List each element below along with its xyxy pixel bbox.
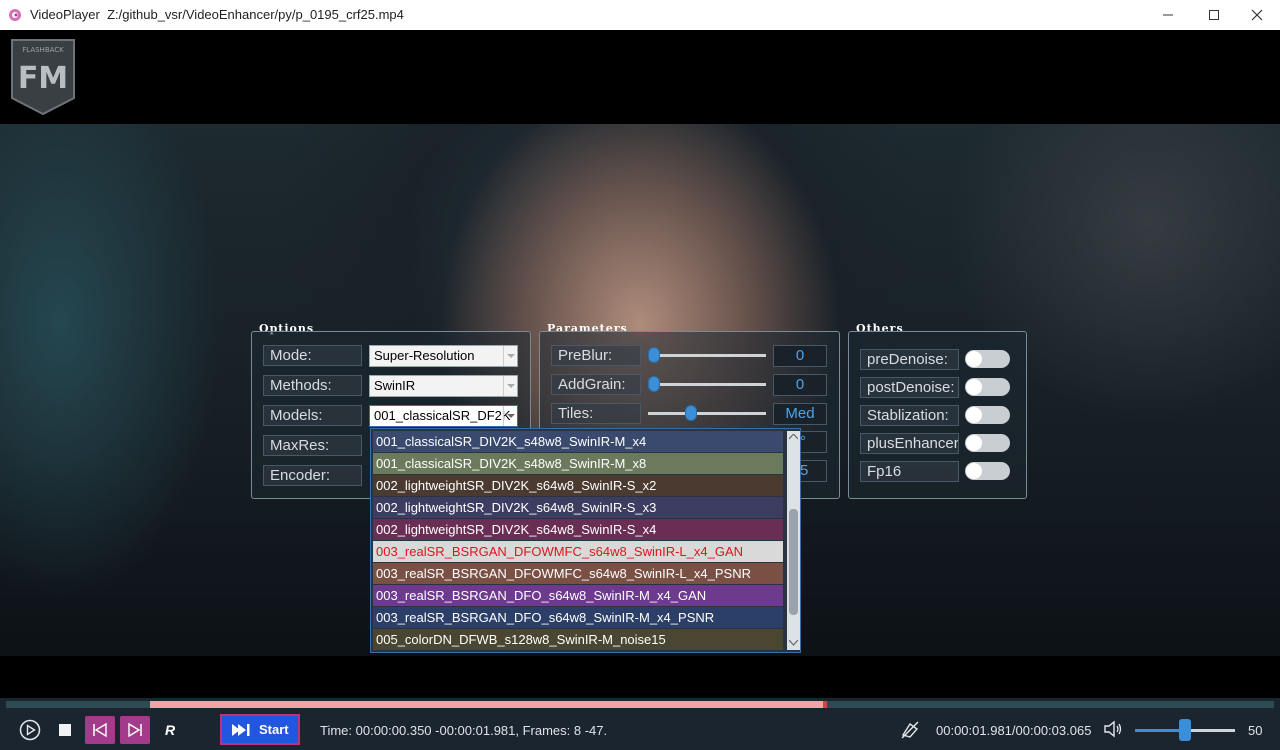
playback-control-bar: R Start Time: 00:00:00.350 -00:00:01.981… [0,698,1280,750]
model-option[interactable]: 003_realSR_BSRGAN_DFOWMFC_s64w8_SwinIR-L… [373,563,783,584]
toggle-knob [966,407,982,423]
model-option[interactable]: 002_lightweightSR_DIV2K_s64w8_SwinIR-S_x… [373,475,783,496]
toggle-knob [966,463,982,479]
toggle-knob [966,351,982,367]
volume-slider-fill [1135,729,1183,732]
models-value: 001_classicalSR_DF2K [374,408,511,423]
models-label: Models: [263,405,362,426]
stop-button[interactable] [59,724,71,736]
encoder-label: Encoder: [263,465,362,486]
start-label: Start [259,722,289,737]
addgrain-slider-handle[interactable] [648,376,660,392]
minimize-button[interactable] [1145,0,1191,30]
mode-label: Mode: [263,345,362,366]
addgrain-label: AddGrain: [551,374,641,395]
preblur-slider[interactable] [648,354,766,357]
toggle-knob [966,435,982,451]
maximize-icon [1209,10,1219,20]
model-option[interactable]: 003_realSR_BSRGAN_DFO_s64w8_SwinIR-M_x4_… [373,585,783,606]
model-option[interactable]: 003_realSR_BSRGAN_DFO_s64w8_SwinIR-M_x4_… [373,607,783,628]
others-toggle-switch[interactable] [965,378,1010,396]
model-option[interactable]: 001_classicalSR_DIV2K_s48w8_SwinIR-M_x4 [373,431,783,452]
close-button[interactable] [1234,0,1280,30]
volume-value: 50 [1248,723,1263,738]
playhead-marker[interactable] [823,701,827,708]
scroll-up-icon[interactable] [789,434,798,440]
methods-select[interactable]: SwinIR [369,375,518,397]
chevron-down-icon [503,406,517,426]
others-toggle-switch[interactable] [965,462,1010,480]
volume-icon[interactable] [1103,720,1123,738]
tiles-label: Tiles: [551,403,641,424]
preblur-slider-handle[interactable] [648,347,660,363]
channel-watermark: FLASHBACK FM [8,36,78,116]
scroll-down-icon[interactable] [789,640,798,646]
others-toggle-label: Fp16 [860,461,959,482]
methods-label: Methods: [263,375,362,396]
time-frames-info: Time: 00:00:00.350 -00:00:01.981, Frames… [320,723,608,738]
methods-value: SwinIR [374,378,416,393]
chevron-down-icon [503,376,517,396]
watermark-text: FM [18,61,68,96]
title-bar: VideoPlayer Z:/github_vsr/VideoEnhancer/… [0,0,1280,30]
selected-range-fill [150,701,826,708]
timecode: 00:00:01.981/00:00:03.065 [936,723,1092,738]
others-toggle-switch[interactable] [965,406,1010,424]
others-toggle-label: postDenoise: [860,377,959,398]
others-toggle-switch[interactable] [965,434,1010,452]
addgrain-value[interactable]: 0 [773,374,827,396]
reset-button[interactable]: R [165,722,175,738]
minimize-icon [1163,14,1173,16]
maximize-button[interactable] [1191,0,1237,30]
play-button[interactable] [19,719,41,741]
model-option[interactable]: 002_lightweightSR_DIV2K_s64w8_SwinIR-S_x… [373,497,783,518]
addgrain-slider[interactable] [648,383,766,386]
tiles-slider[interactable] [648,412,766,415]
mode-select[interactable]: Super-Resolution [369,345,518,367]
mode-value: Super-Resolution [374,348,475,363]
screenshot-icon[interactable] [901,721,919,739]
others-toggle-label: Stablization: [860,405,959,426]
maxres-label: MaxRes: [263,435,362,456]
model-option[interactable]: 001_classicalSR_DIV2K_s48w8_SwinIR-M_x8 [373,453,783,474]
others-toggle-label: preDenoise: [860,349,959,370]
dropdown-scroll-thumb[interactable] [789,509,798,615]
preblur-value[interactable]: 0 [773,345,827,367]
dropdown-scrollbar[interactable] [787,431,800,650]
chevron-down-icon [503,346,517,366]
tiles-slider-handle[interactable] [685,405,698,421]
watermark-subtext: FLASHBACK [22,46,64,54]
others-toggle-label: plusEnhancer [860,433,959,454]
app-name: VideoPlayer [30,7,100,22]
tiles-value[interactable]: Med [773,403,827,425]
model-option[interactable]: 003_realSR_BSRGAN_DFOWMFC_s64w8_SwinIR-L… [373,541,783,562]
models-dropdown-list[interactable]: 001_classicalSR_DIV2K_s48w8_SwinIR-M_x4 0… [370,428,801,653]
window-title: VideoPlayer Z:/github_vsr/VideoEnhancer/… [30,7,404,22]
mark-in-button[interactable] [85,716,115,744]
volume-slider-handle[interactable] [1179,719,1191,741]
mark-out-button[interactable] [120,716,150,744]
model-option[interactable]: 002_lightweightSR_DIV2K_s64w8_SwinIR-S_x… [373,519,783,540]
skip-to-start-icon [93,722,107,738]
skip-to-end-icon [128,722,142,738]
models-select[interactable]: 001_classicalSR_DF2K [369,405,518,427]
app-logo-icon [9,9,21,21]
preblur-label: PreBlur: [551,345,641,366]
model-option[interactable]: 005_colorDN_DFWB_s128w8_SwinIR-M_noise15 [373,629,783,650]
start-button[interactable]: Start [220,714,300,745]
others-toggle-switch[interactable] [965,350,1010,368]
file-path: Z:/github_vsr/VideoEnhancer/py/p_0195_cr… [107,7,404,22]
toggle-knob [966,379,982,395]
close-icon [1251,9,1263,21]
fast-forward-icon [232,724,250,736]
